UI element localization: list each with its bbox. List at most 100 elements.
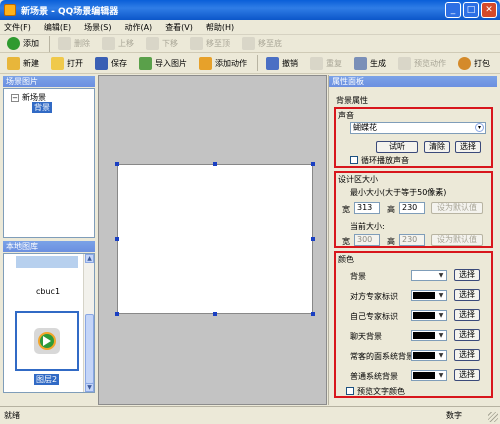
design-canvas[interactable] xyxy=(98,75,327,405)
min-size-label: 最小大小(大于等于50像素) xyxy=(350,188,447,197)
move-top-button[interactable]: 移至顶 xyxy=(188,35,232,52)
resize-handle[interactable] xyxy=(311,312,315,316)
move-down-label: 下移 xyxy=(162,39,178,48)
thumbnail-selected[interactable] xyxy=(15,311,79,371)
loop-checkbox[interactable] xyxy=(350,156,358,164)
undo-button[interactable]: 撤销 xyxy=(264,55,300,72)
save-button[interactable]: 保存 xyxy=(93,55,129,72)
choose-sound-button[interactable]: 选择 xyxy=(455,141,481,153)
choose-color-button[interactable]: 选择 xyxy=(454,329,480,341)
chevron-down-icon[interactable]: ▼ xyxy=(436,371,446,380)
sound-select[interactable]: 蝴蝶花 ▾ xyxy=(350,122,486,134)
choose-color-button[interactable]: 选择 xyxy=(454,349,480,361)
generate-button[interactable]: 生成 xyxy=(352,55,388,72)
set-current-button[interactable]: 设为默认值 xyxy=(431,234,483,246)
new-button[interactable]: 新建 xyxy=(5,55,41,72)
folder-icon xyxy=(51,56,64,70)
new-icon xyxy=(7,56,20,70)
height-field[interactable]: 230 xyxy=(399,202,425,214)
app-icon xyxy=(4,4,16,16)
scroll-up-icon[interactable]: ▲ xyxy=(85,254,94,263)
move-up-button[interactable]: 上移 xyxy=(100,35,136,52)
move-top-icon xyxy=(190,37,203,50)
menu-view[interactable]: 查看(V) xyxy=(165,22,193,33)
resize-handle[interactable] xyxy=(213,162,217,166)
resize-handle[interactable] xyxy=(115,162,119,166)
color-row-label: 聊天背景 xyxy=(350,332,382,341)
width-field[interactable]: 313 xyxy=(354,202,380,214)
resize-handle[interactable] xyxy=(115,312,119,316)
tree-node-background[interactable]: 背景 xyxy=(32,102,52,113)
size-highlight: 设计区大小 最小大小(大于等于50像素) 宽 313 高 230 设为默认值 当… xyxy=(334,171,493,248)
add-button[interactable]: 添加 xyxy=(5,35,41,52)
delete-label: 删除 xyxy=(74,39,90,48)
choose-color-button[interactable]: 选择 xyxy=(454,369,480,381)
color-picker[interactable]: ▼ xyxy=(411,350,447,361)
colors-highlight: 颜色 背景 ▼ 选择 对方专家标识 ▼ 选择 自己专家标识 ▼ 选择 聊天背景 … xyxy=(334,251,493,398)
redo-button[interactable]: 重复 xyxy=(308,55,344,72)
minimize-button[interactable]: _ xyxy=(445,2,461,18)
menu-file[interactable]: 文件(F) xyxy=(4,22,31,33)
choose-color-button[interactable]: 选择 xyxy=(454,269,480,281)
thumbnail-label-selected: 图层2 xyxy=(34,374,60,385)
thumbnail-partial[interactable] xyxy=(16,256,78,268)
floppy-icon xyxy=(95,56,108,70)
preview-icon xyxy=(398,56,411,70)
add-action-button[interactable]: 添加动作 xyxy=(197,55,249,72)
chevron-down-icon[interactable]: ▼ xyxy=(436,291,446,300)
scroll-thumb[interactable] xyxy=(85,314,94,384)
color-picker[interactable]: ▼ xyxy=(411,370,447,381)
arrow-up-icon xyxy=(102,37,115,50)
package-button[interactable]: 打包 xyxy=(456,55,492,72)
add-icon xyxy=(7,37,20,50)
preview-action-label: 预览动作 xyxy=(414,58,446,68)
menu-bar: 文件(F) 编辑(E) 场景(S) 动作(A) 查看(V) 帮助(H) xyxy=(0,20,500,35)
resize-handle[interactable] xyxy=(311,237,315,241)
chevron-down-icon[interactable]: ▼ xyxy=(436,331,446,340)
color-picker[interactable]: ▼ xyxy=(411,290,447,301)
resize-grip-icon[interactable] xyxy=(488,412,498,422)
open-button[interactable]: 打开 xyxy=(49,55,85,72)
resize-handle[interactable] xyxy=(213,312,217,316)
image-library[interactable]: cbuc1 图层2 ▲ ▼ xyxy=(3,253,95,393)
clear-button[interactable]: 清除 xyxy=(424,141,450,153)
close-button[interactable]: ✕ xyxy=(481,2,497,18)
delete-button[interactable]: 删除 xyxy=(56,35,92,52)
generate-icon xyxy=(354,56,367,70)
color-picker[interactable]: ▼ xyxy=(411,310,447,321)
menu-action[interactable]: 动作(A) xyxy=(124,22,152,33)
chevron-down-icon[interactable]: ▼ xyxy=(436,311,446,320)
move-down-button[interactable]: 下移 xyxy=(144,35,180,52)
thumbnail-label: cbuc1 xyxy=(36,287,61,296)
color-picker[interactable]: ▼ xyxy=(411,330,447,341)
listen-button[interactable]: 试听 xyxy=(376,141,418,153)
save-label: 保存 xyxy=(111,58,127,68)
chevron-down-icon[interactable]: ▼ xyxy=(436,271,446,280)
scroll-down-icon[interactable]: ▼ xyxy=(85,383,94,392)
color-picker[interactable]: ▼ xyxy=(411,270,447,281)
set-default-button[interactable]: 设为默认值 xyxy=(431,202,483,214)
chevron-down-icon[interactable]: ▾ xyxy=(475,123,484,132)
tree-collapse-icon[interactable]: − xyxy=(11,94,19,102)
window-title: 新场景 - QQ场景编辑器 xyxy=(21,6,119,17)
choose-color-button[interactable]: 选择 xyxy=(454,309,480,321)
preview-text-color-checkbox[interactable] xyxy=(346,387,354,395)
choose-color-button[interactable]: 选择 xyxy=(454,289,480,301)
move-bottom-icon xyxy=(242,37,255,50)
toolbar-separator xyxy=(257,55,258,71)
menu-help[interactable]: 帮助(H) xyxy=(206,22,234,33)
chevron-down-icon[interactable]: ▼ xyxy=(436,351,446,360)
thumbs-scrollbar[interactable]: ▲ ▼ xyxy=(83,254,94,392)
maximize-button[interactable]: □ xyxy=(463,2,479,18)
color-swatch xyxy=(413,352,435,359)
scene-page[interactable] xyxy=(115,162,315,316)
scene-tree[interactable]: − 新场景 背景 xyxy=(3,88,95,238)
current-width-label: 宽 xyxy=(342,237,350,246)
resize-handle[interactable] xyxy=(115,237,119,241)
menu-scene[interactable]: 场景(S) xyxy=(84,22,111,33)
import-image-button[interactable]: 导入图片 xyxy=(137,55,189,72)
move-bottom-button[interactable]: 移至底 xyxy=(240,35,284,52)
preview-action-button[interactable]: 预览动作 xyxy=(396,55,448,72)
resize-handle[interactable] xyxy=(311,162,315,166)
menu-edit[interactable]: 编辑(E) xyxy=(44,22,71,33)
